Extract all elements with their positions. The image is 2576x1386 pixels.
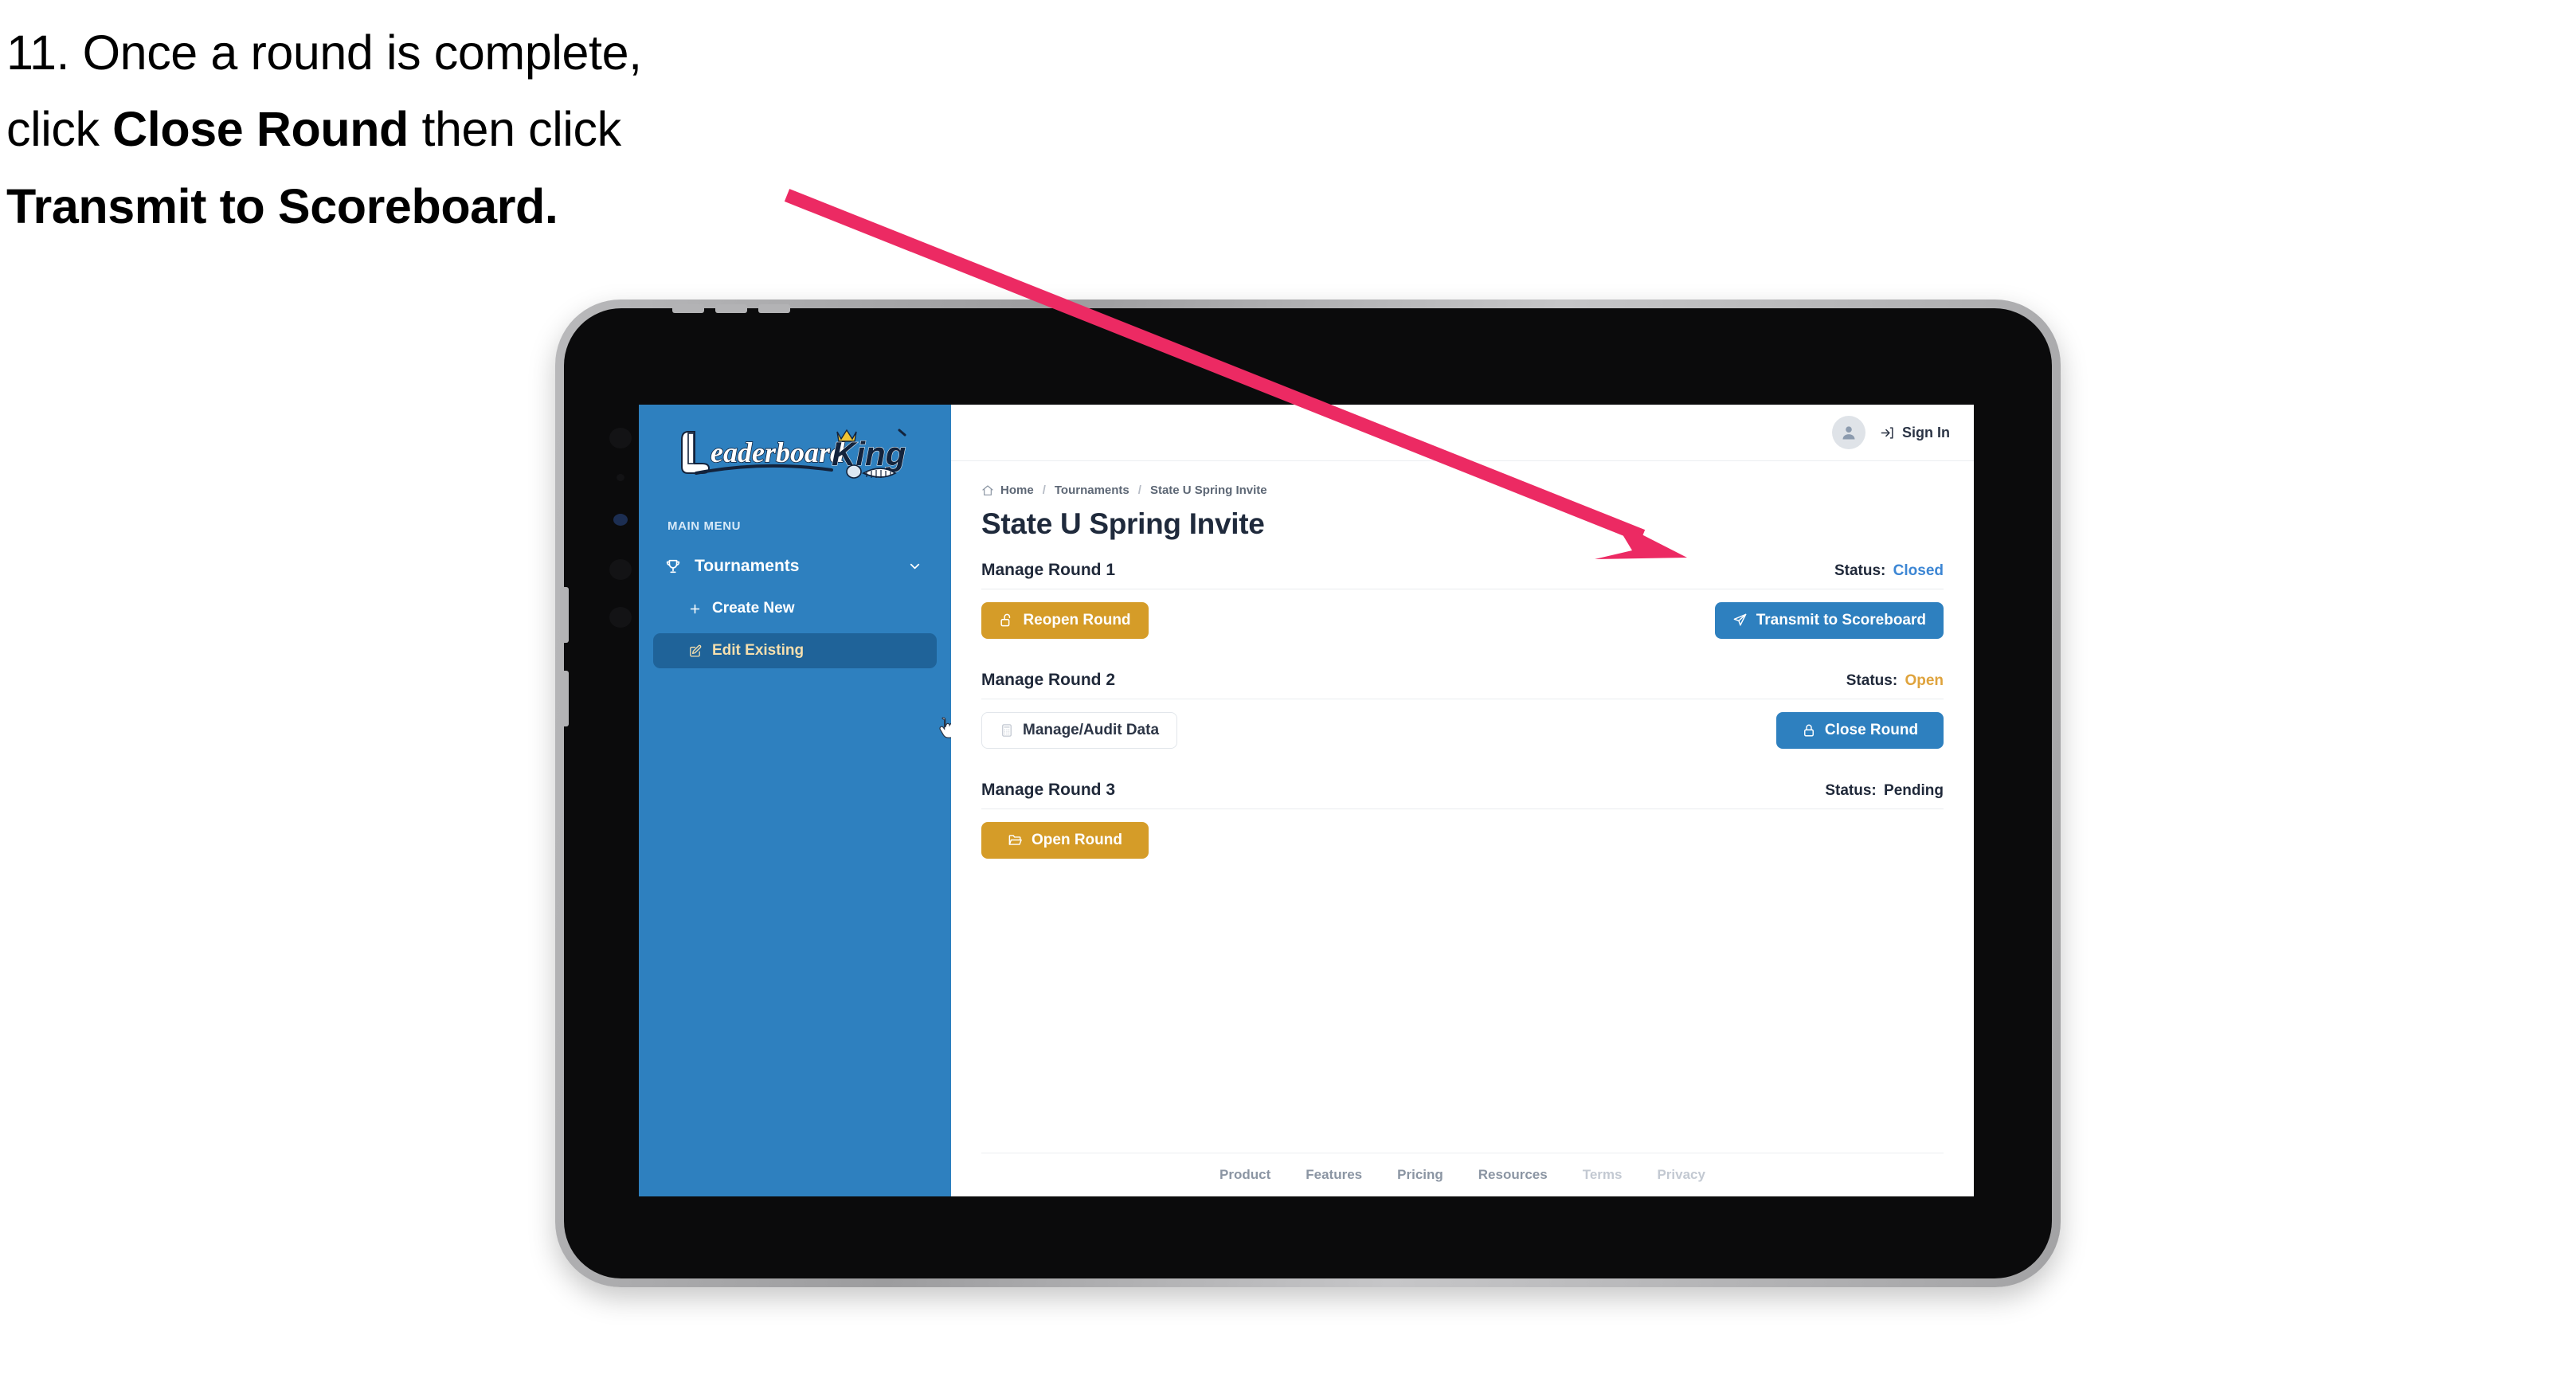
round-name: Manage Round 1 bbox=[981, 560, 1116, 579]
paper-plane-icon bbox=[1732, 613, 1748, 628]
sidebar-item-label: Tournaments bbox=[695, 557, 800, 575]
transmit-to-scoreboard-button[interactable]: Transmit to Scoreboard bbox=[1714, 601, 1944, 639]
main-content: Sign In Home / Tournaments / State U Spr… bbox=[951, 405, 1974, 1196]
round-actions: Manage/Audit Data Close Round bbox=[981, 711, 1944, 749]
footer-link-resources[interactable]: Resources bbox=[1478, 1167, 1548, 1183]
user-avatar-icon[interactable] bbox=[1832, 416, 1865, 449]
sidebar-item-label: Create New bbox=[712, 600, 795, 617]
app-logo[interactable]: eaderboard King bbox=[639, 405, 951, 487]
open-round-button[interactable]: Open Round bbox=[981, 821, 1149, 859]
sidebar-section-label: MAIN MENU bbox=[667, 519, 742, 533]
bezel-camera-icon bbox=[613, 514, 628, 526]
footer-link-pricing[interactable]: Pricing bbox=[1397, 1167, 1443, 1183]
tablet-device-frame: eaderboard King MAIN MENU Tournaments Cr… bbox=[555, 300, 2061, 1287]
bezel-sensor-dot-4 bbox=[609, 607, 632, 628]
round-header: Manage Round 3 Status: Pending bbox=[981, 781, 1944, 809]
bezel-sensor-dot-1 bbox=[609, 428, 632, 448]
round-section-2: Manage Round 2 Status: Open Manage/Audit… bbox=[981, 671, 1944, 749]
leaderboard-king-logo-icon: eaderboard King bbox=[681, 429, 906, 479]
device-top-button-3 bbox=[758, 304, 790, 313]
button-label: Open Round bbox=[1032, 831, 1122, 848]
sidebar-item-edit-existing[interactable]: Edit Existing bbox=[653, 633, 937, 668]
breadcrumb-item-home[interactable]: Home bbox=[1000, 484, 1034, 497]
instruction-caption: 11. Once a round is complete, click Clos… bbox=[6, 14, 898, 245]
svg-text:eaderboard: eaderboard bbox=[711, 437, 845, 468]
login-arrow-icon bbox=[1880, 425, 1895, 440]
caption-line-1: 11. Once a round is complete, bbox=[6, 25, 642, 80]
footer-nav: Product Features Pricing Resources Terms… bbox=[981, 1153, 1944, 1196]
sidebar-item-tournaments[interactable]: Tournaments bbox=[653, 549, 937, 584]
footer-link-terms[interactable]: Terms bbox=[1583, 1167, 1623, 1183]
round-header: Manage Round 1 Status: Closed bbox=[981, 561, 1944, 589]
home-icon[interactable] bbox=[981, 484, 994, 497]
status-badge: Status: Pending bbox=[1825, 782, 1944, 800]
breadcrumb-separator: / bbox=[1137, 484, 1141, 497]
status-label: Status: bbox=[1834, 562, 1886, 579]
caption-line-3: Transmit to Scoreboard. bbox=[6, 178, 558, 233]
calculator-icon bbox=[1000, 723, 1014, 738]
sidebar: eaderboard King MAIN MENU Tournaments Cr… bbox=[639, 405, 957, 1196]
app-screen: eaderboard King MAIN MENU Tournaments Cr… bbox=[639, 405, 1974, 1196]
status-badge: Status: Open bbox=[1846, 672, 1944, 690]
plus-icon bbox=[682, 602, 707, 616]
manage-audit-data-button[interactable]: Manage/Audit Data bbox=[981, 711, 1178, 749]
footer-link-privacy[interactable]: Privacy bbox=[1657, 1167, 1705, 1183]
bezel-sensor-dot-2 bbox=[617, 474, 624, 481]
round-name: Manage Round 2 bbox=[981, 670, 1116, 689]
status-label: Status: bbox=[1846, 671, 1898, 689]
status-value: Open bbox=[1905, 671, 1944, 689]
round-actions: Reopen Round Transmit to Scoreboard bbox=[981, 601, 1944, 639]
lock-icon bbox=[1802, 723, 1816, 738]
page-title: State U Spring Invite bbox=[981, 507, 1265, 540]
edit-pencil-icon bbox=[682, 644, 707, 658]
breadcrumb-separator: / bbox=[1042, 484, 1046, 497]
close-round-button[interactable]: Close Round bbox=[1776, 711, 1944, 749]
folder-open-icon bbox=[1008, 832, 1023, 848]
status-value: Closed bbox=[1893, 562, 1944, 579]
round-actions: Open Round bbox=[981, 821, 1944, 859]
reopen-round-button[interactable]: Reopen Round bbox=[981, 601, 1149, 639]
sign-in-label: Sign In bbox=[1902, 424, 1950, 440]
status-value: Pending bbox=[1884, 781, 1944, 799]
device-top-button-1 bbox=[672, 304, 704, 313]
breadcrumb-item-tournaments[interactable]: Tournaments bbox=[1055, 484, 1129, 497]
device-top-button-2 bbox=[715, 304, 747, 313]
top-bar: Sign In bbox=[951, 405, 1974, 461]
button-label: Close Round bbox=[1824, 721, 1919, 738]
page-content: Home / Tournaments / State U Spring Invi… bbox=[951, 461, 1974, 1153]
breadcrumb-item-current: State U Spring Invite bbox=[1149, 484, 1267, 497]
button-label: Manage/Audit Data bbox=[1023, 721, 1160, 738]
round-section-1: Manage Round 1 Status: Closed Reopen Rou… bbox=[981, 561, 1944, 639]
trophy-icon bbox=[664, 558, 688, 575]
chevron-down-icon[interactable] bbox=[907, 559, 922, 574]
button-label: Reopen Round bbox=[1023, 611, 1131, 628]
round-section-3: Manage Round 3 Status: Pending Open Roun… bbox=[981, 781, 1944, 859]
breadcrumb: Home / Tournaments / State U Spring Invi… bbox=[981, 484, 1944, 497]
device-volume-button-up bbox=[560, 587, 569, 643]
footer-link-features[interactable]: Features bbox=[1306, 1167, 1362, 1183]
device-volume-button-down bbox=[560, 671, 569, 726]
sidebar-item-create-new[interactable]: Create New bbox=[653, 591, 937, 626]
svg-text:King: King bbox=[832, 435, 906, 472]
sidebar-item-label: Edit Existing bbox=[712, 642, 805, 659]
round-name: Manage Round 3 bbox=[981, 780, 1116, 799]
caption-line-2: click Close Round then click bbox=[6, 102, 621, 157]
status-badge: Status: Closed bbox=[1834, 562, 1944, 580]
button-label: Transmit to Scoreboard bbox=[1756, 611, 1926, 628]
status-label: Status: bbox=[1825, 781, 1877, 799]
bezel-sensor-dot-3 bbox=[609, 559, 632, 580]
unlock-icon bbox=[999, 613, 1014, 628]
sign-in-button[interactable]: Sign In bbox=[1880, 425, 1950, 441]
round-header: Manage Round 2 Status: Open bbox=[981, 671, 1944, 699]
footer-link-product[interactable]: Product bbox=[1219, 1167, 1270, 1183]
tablet-bezel: eaderboard King MAIN MENU Tournaments Cr… bbox=[560, 304, 2052, 1278]
